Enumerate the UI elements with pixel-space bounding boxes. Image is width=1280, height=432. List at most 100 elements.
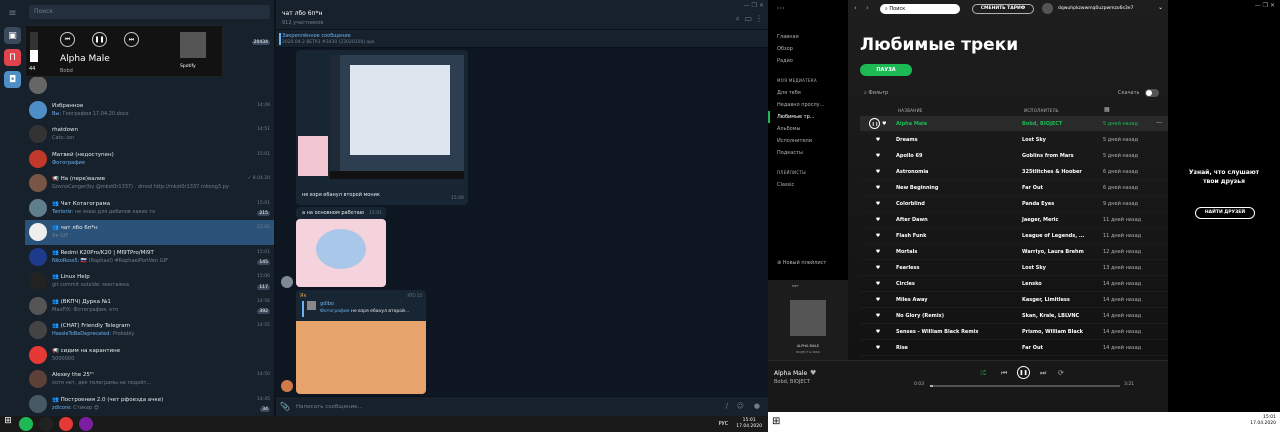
track-row[interactable]: ♥ Colorblind Panda Eyes 9 дней назад (860, 196, 1168, 212)
track-row[interactable]: ♥ Astronomia 325tlitches & Hoober 6 дней… (860, 164, 1168, 180)
heart-icon[interactable]: ♥ (860, 169, 896, 175)
chat-title[interactable]: чат лбо 6п*н (282, 10, 322, 17)
track-row[interactable]: ♥ Apollo 69 Goblins from Mars 5 дней наз… (860, 148, 1168, 164)
tray-clock[interactable]: 15:01 17.04.2020 (736, 418, 762, 430)
window-controls[interactable]: — ❐ ✕ (1255, 2, 1275, 9)
message-text-bubble[interactable]: а на основном работаю 15:01 (296, 207, 386, 219)
find-friends-button[interactable]: НАЙТИ ДРУЗЕЙ (1195, 207, 1255, 219)
track-artist[interactable]: Jaeger, Meric (1022, 217, 1103, 223)
message-photo[interactable]: не взря ебанул второй моник 15:00 (296, 50, 468, 205)
track-row[interactable]: ♥ Mortals Warriyo, Laura Brehm 12 дней н… (860, 244, 1168, 260)
next-icon[interactable]: ⏭ (124, 32, 139, 47)
track-row[interactable]: ♥ Miles Away Kasger, Limitless 14 дней н… (860, 292, 1168, 308)
volume-slider[interactable] (30, 32, 38, 62)
browser-icon[interactable] (79, 417, 93, 431)
track-artist[interactable]: Lost Sky (1022, 137, 1103, 143)
track-artist[interactable]: Far Out (1022, 185, 1103, 191)
chat-list-item[interactable]: 👥 Чат Котагограма Tentoriz: не знаю для … (25, 196, 274, 221)
window-controls[interactable]: — ❐ ✕ (744, 2, 764, 9)
track-artist[interactable]: Kasger, Limitless (1022, 297, 1103, 303)
track-artist[interactable]: Far Out (1022, 345, 1103, 351)
heart-icon[interactable]: ♥ (860, 217, 896, 223)
chat-list-item[interactable]: 👥 чат лбо 6п*н Як GIF 15:01 (25, 220, 274, 245)
heart-icon[interactable]: ♥ (860, 201, 896, 207)
col-artist[interactable]: ИСПОЛНИТЕЛЬ (1024, 108, 1059, 113)
pause-icon[interactable]: ❚❚ (92, 32, 107, 47)
start-icon[interactable]: ⊞ (0, 416, 16, 432)
track-artist[interactable]: 325tlitches & Hoober (1022, 169, 1103, 175)
tray-clock[interactable]: 15:01 17.04.2020 (1250, 415, 1276, 427)
heart-icon[interactable]: ♥ (860, 329, 896, 335)
more-icon[interactable]: ··· (768, 0, 848, 17)
track-artist[interactable]: Warriyo, Laura Brehm (1022, 249, 1103, 255)
track-row[interactable]: ♥ Rise Far Out 14 дней назад (860, 340, 1168, 356)
track-row[interactable]: ♥ Senses - William Black Remix Prismo, W… (860, 324, 1168, 340)
sidebar-item[interactable]: Для тебя (768, 87, 848, 99)
folder-icon[interactable]: ◘ (4, 71, 21, 88)
emoji-icon[interactable]: ☺ (737, 402, 744, 410)
calendar-icon[interactable]: ▦ (1104, 106, 1110, 113)
pause-icon[interactable]: ❚❚ ♥ (860, 118, 896, 129)
track-row[interactable]: ❚❚ ♥ Alpha Male Bobd, BIOJECT 5 дней наз… (860, 116, 1168, 132)
track-row[interactable]: ♥ Flash Funk League of Legends, ... 11 д… (860, 228, 1168, 244)
download-toggle[interactable] (1145, 89, 1159, 97)
track-artist[interactable]: Prismo, William Black (1022, 329, 1103, 335)
chat-list-item[interactable]: 📢 сидим на карантине 5000000 (25, 343, 274, 368)
sidebar-item[interactable]: Альбомы (768, 123, 848, 135)
start-icon[interactable]: ⊞ (772, 416, 780, 427)
sidebar-item[interactable]: Подкасты (768, 147, 848, 159)
track-row[interactable]: ♥ Fearless Lost Sky 13 дней назад (860, 260, 1168, 276)
chevron-down-icon[interactable]: ⌄ (1158, 4, 1163, 11)
app-icon[interactable] (39, 417, 53, 431)
track-row[interactable]: ♥ After Dawn Jaeger, Meric 11 дней назад (860, 212, 1168, 228)
heart-icon[interactable]: ♥ (860, 185, 896, 191)
attach-icon[interactable]: 📎 (280, 402, 290, 411)
track-artist[interactable]: Lost Sky (1022, 265, 1103, 271)
chat-list-item[interactable]: rhatdown Cats:.ion 14:51 (25, 122, 274, 147)
chat-list-item[interactable]: 👥 (CHAT) Friendly Telegram HassleToBeDep… (25, 318, 274, 343)
sidebar-item[interactable]: Обзор (768, 43, 848, 55)
avatar[interactable] (281, 276, 293, 288)
sidebar-item[interactable]: Радио (768, 55, 848, 67)
heart-icon[interactable]: ♥ (860, 345, 896, 351)
track-artist[interactable]: Goblins from Mars (1022, 153, 1103, 159)
commands-icon[interactable]: / (726, 402, 728, 410)
next-icon[interactable]: ⏭ (1040, 369, 1046, 378)
pinned-message[interactable]: Закреплённое сообщение 2020.04.2 BETA1 #… (276, 30, 768, 48)
track-row[interactable]: ♥ Circles Lensko 14 дней назад (860, 276, 1168, 292)
back-icon[interactable]: ‹ (854, 4, 857, 12)
sidebar-item[interactable]: Главная (768, 31, 848, 43)
filter-input[interactable]: ⌕ Фильтр (864, 90, 888, 96)
heart-icon[interactable]: ♥ (860, 313, 896, 319)
chat-list-item[interactable]: Избранное Вы: География 17.04.20.docx 14… (25, 98, 274, 123)
message-reply[interactable]: Як ЯТО 15 gdlbo Фотография не взря ебану… (296, 290, 426, 394)
microphone-icon[interactable]: ● (754, 402, 760, 410)
track-row[interactable]: ♥ New Beginning Far Out 6 дней назад (860, 180, 1168, 196)
search-icon[interactable]: ⌕ (736, 14, 740, 24)
play-pause-button[interactable]: ПАУЗА (860, 64, 912, 76)
pause-icon[interactable]: ❚❚ (1017, 366, 1030, 379)
yandex-icon[interactable] (59, 417, 73, 431)
search-input[interactable]: ⌕ Поиск (880, 4, 960, 14)
track-row[interactable]: ♥ Dreams Lost Sky 5 дней назад (860, 132, 1168, 148)
sender-name[interactable]: Як (300, 293, 307, 299)
heart-icon[interactable]: ♥ (860, 297, 896, 303)
cover-art[interactable]: МЕТ ALPHA MALE BIOJECT & ЯЖК (768, 280, 848, 360)
sidebar-icon[interactable]: ▭ (744, 14, 752, 23)
col-title[interactable]: НАЗВАНИЕ (898, 108, 923, 113)
username[interactable]: dqwuhpkzwwmq0uzpwmzo6s3e7 (1058, 6, 1133, 11)
track-artist[interactable]: Lensko (1022, 281, 1103, 287)
heart-icon[interactable]: ♥ (860, 137, 896, 143)
new-playlist-button[interactable]: ⊕ Новый плейлист (777, 260, 826, 266)
previous-icon[interactable]: ⏮ (1001, 369, 1007, 378)
now-title[interactable]: Alpha Male (774, 370, 807, 377)
chat-list-item[interactable]: 📢 На (пере)валив GovnoCanger(by @mkst0r1… (25, 171, 274, 196)
more-icon[interactable]: ··· (1156, 120, 1162, 127)
message-input[interactable]: Написать сообщение... (296, 404, 363, 410)
chat-list-item[interactable]: 👥 Построения 2.0 (чет рфоезда ачке) zdic… (25, 392, 274, 417)
chat-list-item[interactable]: 👥 Linux Help git commit outside: монтажк… (25, 269, 274, 294)
heart-icon[interactable]: ♥ (860, 265, 896, 271)
heart-icon[interactable]: ♥ (860, 281, 896, 287)
repeat-icon[interactable]: ⟳ (1058, 369, 1064, 377)
shuffle-icon[interactable]: ⤮ (980, 369, 986, 378)
